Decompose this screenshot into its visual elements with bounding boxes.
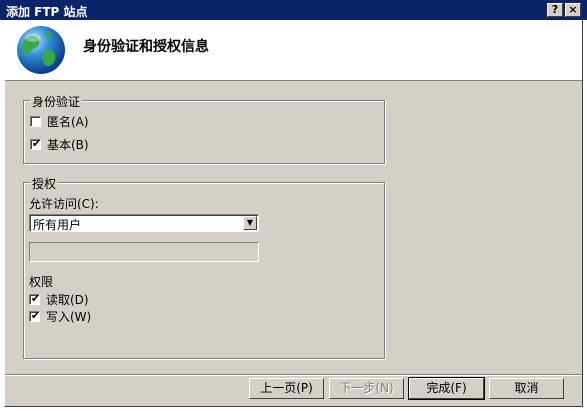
read-checkbox[interactable]: ✔ (29, 291, 41, 305)
prev-button[interactable]: 上一页(P) (249, 378, 324, 399)
close-button[interactable]: × (565, 3, 581, 17)
anonymous-checkbox[interactable] (30, 115, 41, 127)
basic-checkbox-row[interactable]: ✔ 基本(B) (30, 136, 89, 152)
read-checkbox-row[interactable]: ✔ 读取(D) (29, 291, 89, 307)
write-label: 写入(W) (46, 309, 92, 324)
basic-label: 基本(B) (47, 137, 89, 152)
help-button[interactable]: ? (547, 3, 563, 17)
read-label: 读取(D) (46, 292, 89, 307)
footer-divider (5, 374, 582, 376)
write-checkbox[interactable]: ✔ (29, 308, 41, 322)
window-title: 添加 FTP 站点 (6, 5, 88, 19)
anonymous-checkbox-row[interactable]: 匿名(A) (30, 114, 89, 129)
dialog-body: 身份验证和授权信息 身份验证 匿名(A) ✔ 基本(B) 授权 允许访问(C):… (4, 20, 583, 407)
allow-access-select[interactable]: 所有用户 ▼ (29, 214, 259, 232)
check-icon: ✔ (31, 136, 42, 150)
allow-access-value: 所有用户 (33, 218, 82, 232)
permissions-label: 权限 (29, 275, 54, 289)
check-icon: ✔ (30, 308, 41, 322)
users-roles-input (29, 242, 259, 262)
basic-checkbox[interactable]: ✔ (30, 136, 42, 150)
chevron-down-icon[interactable]: ▼ (243, 216, 257, 230)
next-button[interactable]: 下一步(N) (329, 378, 404, 399)
authentication-legend: 身份验证 (30, 93, 83, 110)
authorization-legend: 授权 (30, 175, 59, 192)
globe-icon (17, 26, 65, 74)
allow-access-label: 允许访问(C): (29, 197, 99, 211)
cancel-button[interactable]: 取消 (489, 378, 564, 399)
write-checkbox-row[interactable]: ✔ 写入(W) (29, 308, 92, 324)
check-icon: ✔ (30, 291, 41, 305)
anonymous-label: 匿名(A) (47, 114, 89, 129)
wizard-header: 身份验证和授权信息 (5, 20, 582, 81)
authentication-group: 身份验证 匿名(A) ✔ 基本(B) (23, 93, 385, 164)
page-title: 身份验证和授权信息 (83, 39, 209, 55)
finish-button[interactable]: 完成(F) (408, 377, 485, 400)
title-bar: 添加 FTP 站点 ? × (0, 0, 587, 20)
